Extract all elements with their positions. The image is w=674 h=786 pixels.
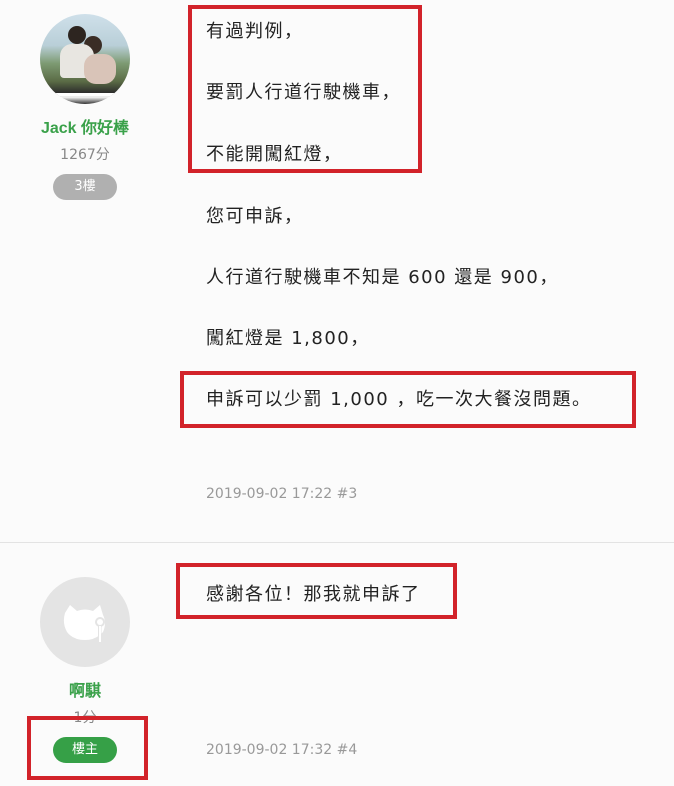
avatar[interactable] [40, 577, 130, 667]
cat-silhouette-icon [63, 605, 105, 644]
author-name[interactable]: 啊騏 [0, 677, 170, 701]
highlight-box [27, 716, 148, 780]
highlight-box [180, 371, 636, 428]
floor-badge: 3樓 [53, 174, 117, 200]
author-panel: Jack 你好棒 1267分 3樓 [0, 14, 170, 200]
post-timestamp[interactable]: 2019-09-02 17:32 #4 [206, 742, 357, 758]
post-line: 您可申訴， [206, 206, 304, 227]
highlight-box [176, 563, 457, 619]
post-timestamp[interactable]: 2019-09-02 17:22 #3 [206, 486, 357, 502]
avatar[interactable] [40, 14, 130, 104]
post-line: 人行道行駛機車不知是 600 還是 900， [206, 267, 559, 288]
author-score: 1267分 [60, 147, 110, 163]
author-name[interactable]: Jack 你好棒 [0, 114, 170, 138]
highlight-box [188, 5, 422, 173]
post-line: 闖紅燈是 1,800， [206, 328, 370, 349]
